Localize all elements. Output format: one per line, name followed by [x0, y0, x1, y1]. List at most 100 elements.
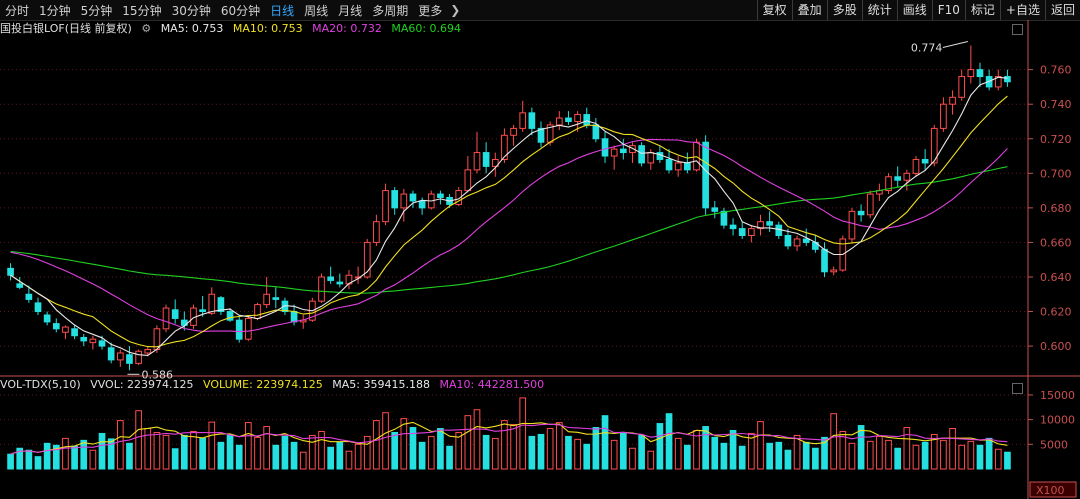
candle-down: [98, 340, 106, 347]
volume-bar: [775, 441, 783, 470]
volume-bar: [162, 434, 170, 470]
volume-bar: [71, 445, 78, 470]
volume-bar: [876, 435, 883, 470]
volume-bar: [98, 432, 106, 470]
candle-up: [555, 117, 563, 126]
volume-bar: [25, 449, 33, 470]
volume-bar: [1004, 451, 1011, 470]
volume-bar: [62, 437, 69, 470]
candle-down: [583, 114, 591, 126]
candle-up: [674, 162, 682, 171]
volume-bar: [34, 456, 42, 470]
candle-down: [71, 328, 78, 337]
candle-up: [848, 210, 856, 240]
volume-bar: [80, 439, 88, 470]
volume-bar: [610, 439, 618, 470]
volume-bar: [418, 441, 426, 470]
volume-bar: [116, 420, 124, 470]
volume-bar: [583, 443, 591, 470]
volume-tick-label: 10000: [1040, 414, 1075, 427]
candle-down: [921, 158, 929, 164]
candle-down: [738, 228, 746, 237]
candle-up: [464, 169, 472, 192]
volume-bar: [482, 434, 490, 470]
volume-bar: [574, 438, 581, 470]
volume-bar: [903, 427, 911, 470]
volume-bar: [757, 421, 764, 470]
kline-chart: 0.760 0.740 0.720 0.700 0.680 0.660 0.640 0.620…: [0, 20, 1080, 499]
candle-down: [34, 302, 42, 313]
candle-down: [171, 309, 179, 319]
volume-bar: [949, 428, 956, 470]
candle-up: [912, 158, 920, 174]
candle-up: [647, 152, 655, 164]
candle-up: [830, 269, 837, 273]
candle-up: [89, 338, 97, 344]
volume-bar: [802, 441, 810, 470]
candle-down: [327, 276, 334, 281]
candle-up: [62, 326, 69, 333]
volume-bar: [217, 441, 225, 470]
volume-bar: [528, 435, 536, 470]
candle-down: [80, 336, 88, 342]
volume-bar: [299, 451, 307, 470]
volume-bar: [327, 446, 334, 470]
price-tick-label: 0.600: [1040, 340, 1072, 353]
candle-up: [263, 293, 270, 306]
volume-bar: [940, 439, 947, 470]
candle-down: [894, 176, 902, 181]
candle-up: [501, 134, 508, 160]
volume-bar: [848, 442, 856, 470]
volume-bar: [473, 409, 481, 470]
candle-down: [592, 124, 600, 140]
price-tick-label: 0.620: [1040, 306, 1072, 319]
candle-down: [857, 210, 865, 216]
candle-up: [748, 228, 755, 237]
candle-up: [382, 190, 389, 223]
candle-up: [903, 172, 911, 181]
volume-bar: [464, 415, 472, 470]
volume-bar: [793, 434, 801, 470]
candle-up: [245, 317, 252, 340]
candle-down: [702, 141, 709, 209]
candle-up: [162, 307, 170, 330]
candle-down: [775, 224, 783, 237]
volume-bar: [619, 432, 627, 470]
price-tick-label: 0.700: [1040, 167, 1072, 180]
volume-bar: [912, 444, 920, 470]
candle-down: [601, 138, 609, 157]
candle-up: [693, 141, 700, 171]
candle-down: [7, 267, 14, 276]
volume-bar: [656, 423, 664, 470]
high-arrow: [942, 40, 968, 48]
price-tick-label: 0.720: [1040, 133, 1072, 146]
candle-down: [684, 162, 691, 171]
candle-down: [391, 190, 399, 209]
volume-bar: [674, 437, 682, 470]
price-tick-label: 0.680: [1040, 202, 1072, 215]
high-label: 0.774: [911, 41, 943, 54]
candle-down: [711, 207, 719, 212]
candle-up: [318, 276, 325, 302]
volume-bar: [373, 420, 380, 470]
volume-bar: [629, 447, 636, 470]
candle-up: [116, 352, 124, 361]
volume-bar: [738, 445, 746, 470]
volume-bar: [638, 434, 645, 470]
candle-up: [400, 193, 408, 209]
candle-down: [729, 224, 737, 230]
volume-bar: [702, 426, 709, 470]
candle-up: [519, 112, 527, 129]
volume-bar: [171, 448, 179, 470]
volume-bar: [382, 412, 389, 470]
candle-down: [565, 117, 572, 122]
candle-up: [144, 349, 152, 354]
candle-down: [482, 152, 490, 167]
volume-bar: [711, 436, 719, 470]
price-tick-label: 0.760: [1040, 64, 1072, 77]
volume-bar: [235, 444, 243, 470]
volume-bar: [437, 428, 444, 470]
volume-bar: [766, 442, 773, 470]
candle-down: [619, 148, 627, 154]
volume-bar: [729, 429, 737, 470]
